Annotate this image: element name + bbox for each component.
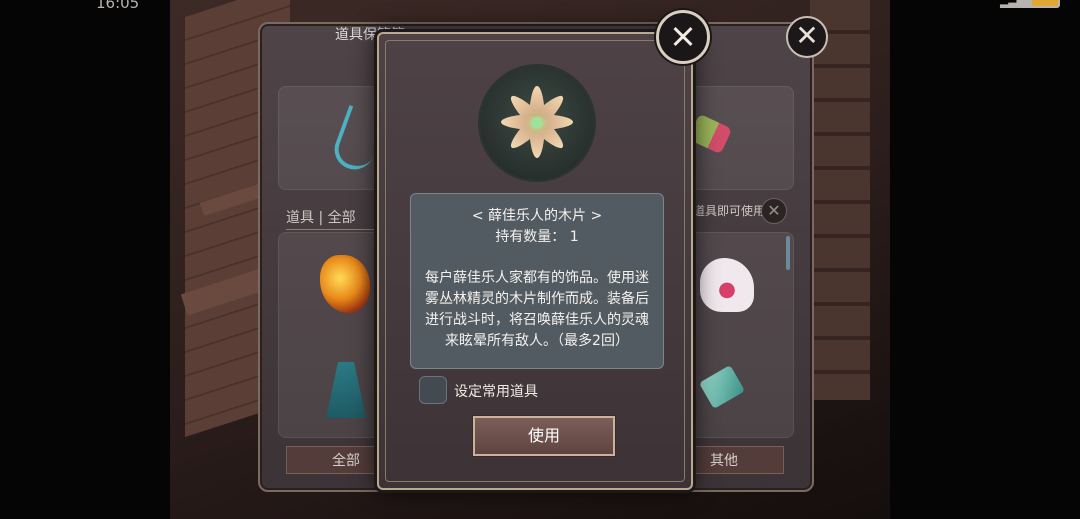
clear-icon[interactable]: ✕ xyxy=(761,198,787,224)
scrollbar[interactable] xyxy=(786,236,790,270)
item-name: < 薛佳乐人的木片 > xyxy=(471,208,603,224)
usable-hint: 道具即可使用 xyxy=(693,204,766,218)
close-icon[interactable]: ✕ xyxy=(786,16,828,58)
close-icon[interactable] xyxy=(656,10,710,64)
favorite-label[interactable]: 设定常用道具 xyxy=(454,381,538,401)
item-description: 每户薛佳乐人家都有的饰品。使用迷雾丛林精灵的木片制作而成。装备后进行战斗时，将召… xyxy=(425,270,649,349)
item-quantity: 持有数量： 1 xyxy=(495,229,579,245)
item-glow xyxy=(531,117,543,129)
wooden-shelf xyxy=(810,0,870,400)
status-time: 16:05 xyxy=(96,0,140,12)
signal-icon: ▂▃▅▇ xyxy=(1000,0,1034,8)
use-button[interactable]: 使用 xyxy=(473,416,615,456)
item-description-box: < 薛佳乐人的木片 > 持有数量： 1 每户薛佳乐人家都有的饰品。使用迷雾丛林精… xyxy=(410,193,664,369)
favorite-checkbox[interactable] xyxy=(419,376,447,404)
battery-icon xyxy=(1030,0,1060,8)
item-category-tab[interactable]: 道具 | 全部 xyxy=(286,206,386,230)
